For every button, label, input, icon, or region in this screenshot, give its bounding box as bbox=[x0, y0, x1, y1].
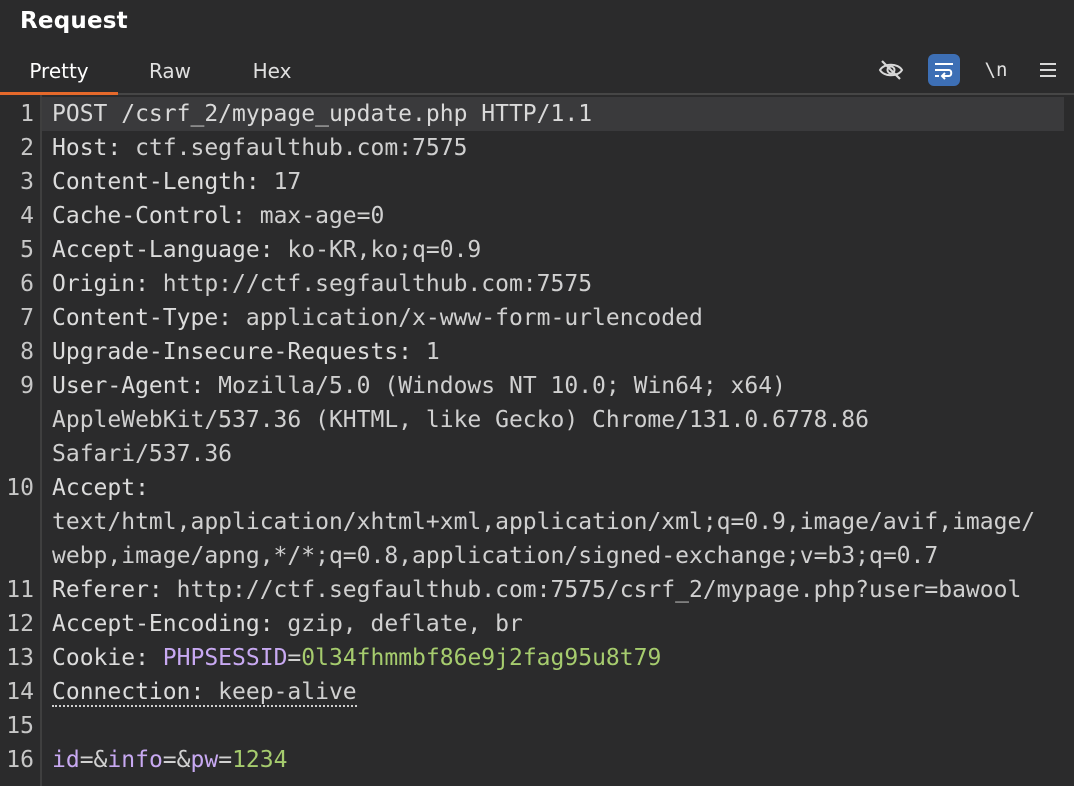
header-content-length[interactable]: Content-Length: 17 bbox=[52, 165, 301, 199]
header-value: gzip, deflate, br bbox=[273, 611, 523, 637]
header-host[interactable]: Host: ctf.segfaulthub.com:7575 bbox=[52, 131, 467, 165]
line-number: 3 bbox=[20, 169, 34, 195]
header-cache-control[interactable]: Cache-Control: max-age=0 bbox=[52, 199, 384, 233]
tab-raw[interactable]: Raw bbox=[120, 50, 220, 92]
header-name: Origin: bbox=[52, 271, 149, 297]
line-number: 11 bbox=[6, 577, 34, 603]
header-value: keep-alive bbox=[204, 679, 357, 705]
line-number: 2 bbox=[20, 135, 34, 161]
header-name: Connection: bbox=[52, 679, 205, 705]
line-number: 12 bbox=[6, 611, 34, 637]
header-name: Content-Type: bbox=[52, 305, 233, 331]
line-number: 5 bbox=[20, 237, 34, 263]
header-origin[interactable]: Origin: http://ctf.segfaulthub.com:7575 bbox=[52, 267, 592, 301]
view-tabs: Pretty Raw Hex \n bbox=[0, 50, 1074, 95]
param-name: pw bbox=[190, 747, 219, 773]
line-number: 7 bbox=[20, 305, 34, 331]
cookie-value: 0l34fhmmbf86e9j2fag95u8t79 bbox=[301, 645, 662, 671]
line-number: 9 bbox=[20, 373, 34, 399]
line-number: 14 bbox=[6, 679, 34, 705]
request-panel: Request Pretty Raw Hex \n 1 2 3 4 5 6 7 … bbox=[0, 0, 1074, 786]
request-line[interactable]: POST /csrf_2/mypage_update.php HTTP/1.1 bbox=[52, 97, 592, 131]
wrapped-line[interactable]: AppleWebKit/537.36 (KHTML, like Gecko) C… bbox=[52, 403, 869, 437]
line-number: 6 bbox=[20, 271, 34, 297]
header-name: Upgrade-Insecure-Requests: bbox=[52, 339, 413, 365]
line-number: 13 bbox=[6, 645, 34, 671]
header-name: Cookie: bbox=[52, 645, 149, 671]
wrapped-line[interactable]: Safari/537.36 bbox=[52, 437, 232, 471]
line-number: 8 bbox=[20, 339, 34, 365]
header-value: http://ctf.segfaulthub.com:7575 bbox=[148, 271, 593, 297]
header-name: Host: bbox=[52, 135, 122, 161]
request-body[interactable]: id=&info=&pw=1234 bbox=[52, 743, 287, 777]
header-accept-language[interactable]: Accept-Language: ko-KR,ko;q=0.9 bbox=[52, 233, 481, 267]
header-content-type[interactable]: Content-Type: application/x-www-form-url… bbox=[52, 301, 703, 335]
header-value: http://ctf.segfaulthub.com:7575/csrf_2/m… bbox=[162, 577, 1022, 603]
text-wrap-icon[interactable] bbox=[928, 54, 960, 86]
header-accept[interactable]: Accept: bbox=[52, 471, 149, 505]
header-value: max-age=0 bbox=[245, 203, 385, 229]
header-name: Referer: bbox=[52, 577, 163, 603]
line-number-gutter: 1 2 3 4 5 6 7 8 9 10 11 12 13 14 15 16 bbox=[0, 95, 42, 786]
line-number: 16 bbox=[6, 747, 34, 773]
header-cookie[interactable]: Cookie: PHPSESSID=0l34fhmmbf86e9j2fag95u… bbox=[52, 641, 661, 675]
line-number: 4 bbox=[20, 203, 34, 229]
tab-pretty[interactable]: Pretty bbox=[0, 50, 118, 95]
param-separator: = bbox=[218, 747, 233, 773]
header-name: Accept-Encoding: bbox=[52, 611, 274, 637]
cookie-name: PHPSESSID bbox=[162, 645, 288, 671]
header-upgrade-insecure-requests[interactable]: Upgrade-Insecure-Requests: 1 bbox=[52, 335, 440, 369]
line-number: 10 bbox=[6, 475, 34, 501]
header-name: Cache-Control: bbox=[52, 203, 246, 229]
header-value: ctf.segfaulthub.com:7575 bbox=[121, 135, 468, 161]
eye-slash-icon[interactable] bbox=[875, 54, 907, 86]
header-value: ko-KR,ko;q=0.9 bbox=[273, 237, 482, 263]
param-name: info bbox=[107, 747, 163, 773]
wrapped-line[interactable]: webp,image/apng,*/*;q=0.8,application/si… bbox=[52, 539, 938, 573]
header-name: User-Agent: bbox=[52, 373, 205, 399]
panel-title: Request bbox=[20, 8, 128, 34]
newline-toggle-button[interactable]: \n bbox=[980, 54, 1012, 86]
header-name: Content-Length: bbox=[52, 169, 260, 195]
line-number: 1 bbox=[20, 101, 34, 127]
cookie-equals: = bbox=[287, 645, 302, 671]
header-value: 17 bbox=[259, 169, 302, 195]
request-editor[interactable]: 1 2 3 4 5 6 7 8 9 10 11 12 13 14 15 16 P… bbox=[0, 95, 1074, 786]
wrapped-line[interactable]: text/html,application/xhtml+xml,applicat… bbox=[52, 505, 1035, 539]
param-separator: =& bbox=[162, 747, 191, 773]
header-name: Accept: bbox=[52, 475, 149, 501]
tab-hex[interactable]: Hex bbox=[222, 50, 322, 92]
header-name: Accept-Language: bbox=[52, 237, 274, 263]
header-user-agent[interactable]: User-Agent: Mozilla/5.0 (Windows NT 10.0… bbox=[52, 369, 786, 403]
param-name: id bbox=[52, 747, 80, 773]
header-connection[interactable]: Connection: keep-alive bbox=[52, 675, 357, 709]
param-separator: =& bbox=[79, 747, 108, 773]
header-value: 1 bbox=[412, 339, 440, 365]
param-value: 1234 bbox=[232, 747, 288, 773]
header-value: application/x-www-form-urlencoded bbox=[232, 305, 703, 331]
header-referer[interactable]: Referer: http://ctf.segfaulthub.com:7575… bbox=[52, 573, 1021, 607]
header-value: Mozilla/5.0 (Windows NT 10.0; Win64; x64… bbox=[204, 373, 786, 399]
hamburger-menu-icon[interactable] bbox=[1032, 54, 1064, 86]
line-number: 15 bbox=[6, 713, 34, 739]
header-accept-encoding[interactable]: Accept-Encoding: gzip, deflate, br bbox=[52, 607, 523, 641]
